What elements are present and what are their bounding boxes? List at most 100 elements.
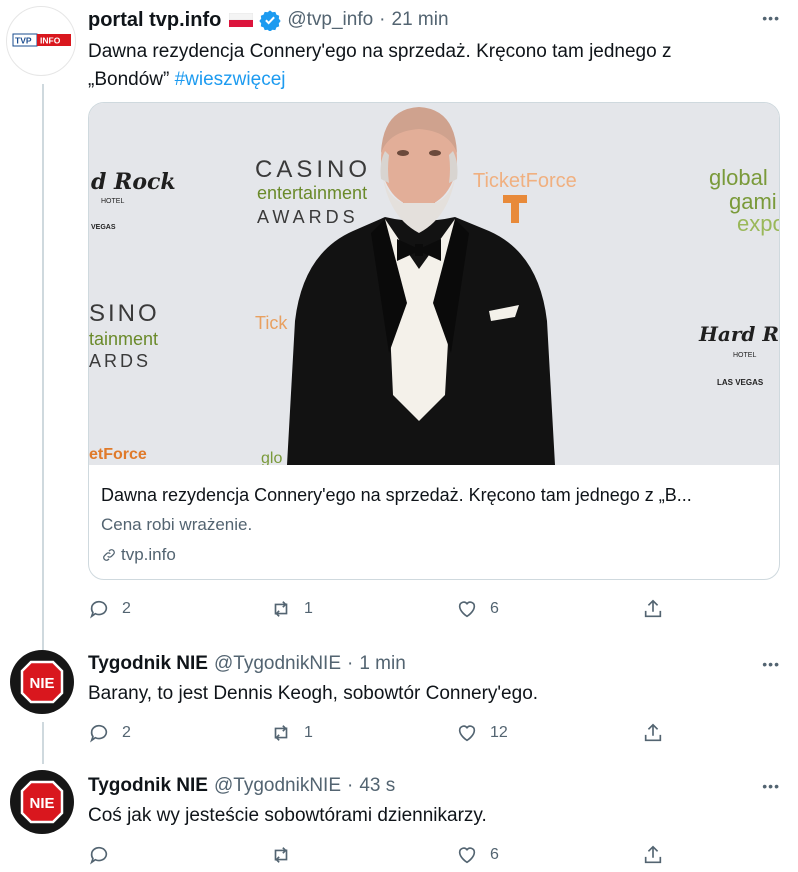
backdrop-sino: SINO bbox=[89, 300, 160, 327]
avatar-text: NIE bbox=[29, 795, 54, 812]
author-name[interactable]: Tygodnik NIE bbox=[88, 653, 208, 675]
backdrop-expo: expo bbox=[737, 211, 780, 236]
link-icon bbox=[103, 549, 115, 561]
hashtag-link[interactable]: #wieszwięcej bbox=[175, 69, 286, 90]
tweet-reply-1[interactable]: NIE Tygodnik NIE @TygodnikNIE · 1 min ••… bbox=[0, 640, 798, 764]
author-handle[interactable]: @TygodnikNIE bbox=[214, 653, 341, 675]
share-icon bbox=[644, 723, 662, 742]
svg-text:TVP: TVP bbox=[15, 36, 32, 46]
backdrop-hotel-right: HOTEL bbox=[733, 352, 756, 359]
more-options-icon[interactable]: ••• bbox=[762, 10, 780, 26]
backdrop-hotel-left: HOTEL bbox=[101, 198, 124, 205]
reply-button[interactable]: 2 bbox=[88, 718, 131, 748]
more-options-icon[interactable]: ••• bbox=[762, 656, 780, 672]
timestamp[interactable]: 43 s bbox=[359, 775, 395, 797]
reply-button[interactable]: 2 bbox=[88, 594, 131, 624]
share-button[interactable] bbox=[642, 594, 664, 624]
like-count: 12 bbox=[490, 724, 508, 741]
backdrop-ards: ARDS bbox=[89, 351, 151, 371]
retweet-count: 1 bbox=[304, 724, 313, 741]
share-icon bbox=[644, 599, 662, 618]
tweet-text: Barany, to jest Dennis Keogh, sobowtór C… bbox=[88, 683, 539, 704]
backdrop-tick: Tick bbox=[255, 313, 288, 333]
share-icon bbox=[644, 845, 662, 864]
card-domain-text: tvp.info bbox=[121, 545, 176, 564]
backdrop-hardrock-right: Hard Ro bbox=[698, 322, 780, 346]
stop-sign-icon: NIE bbox=[20, 660, 64, 704]
tvp-info-logo: TVP INFO bbox=[12, 33, 71, 47]
tweet-header: Tygodnik NIE @TygodnikNIE · 1 min bbox=[88, 652, 406, 676]
backdrop-ticketforce: TicketForce bbox=[473, 170, 577, 192]
retweet-button[interactable]: 1 bbox=[270, 594, 313, 624]
tweet-tvp[interactable]: TVP INFO portal tvp.info @tvp_info · 21 … bbox=[0, 0, 798, 644]
separator: · bbox=[379, 9, 386, 30]
backdrop-t-stem bbox=[511, 195, 519, 223]
backdrop-tainment: tainment bbox=[89, 329, 158, 349]
tweet-text-line-2: „Bondów” bbox=[88, 69, 170, 90]
tweet-text: Coś jak wy jesteście sobowtórami dzienni… bbox=[88, 805, 487, 826]
card-image[interactable]: d Rock HOTEL VEGAS CASINO entertainment … bbox=[89, 103, 780, 465]
backdrop-casino: CASINO bbox=[255, 156, 371, 183]
share-button[interactable] bbox=[642, 840, 664, 870]
thread-line bbox=[42, 84, 44, 644]
backdrop-entertainment: entertainment bbox=[257, 183, 367, 203]
link-card[interactable]: d Rock HOTEL VEGAS CASINO entertainment … bbox=[88, 102, 780, 580]
backdrop-hardrock-left: d Rock bbox=[91, 169, 176, 195]
card-description: Cena robi wrażenie. bbox=[101, 515, 253, 534]
like-count: 6 bbox=[490, 600, 499, 617]
thread-line bbox=[42, 722, 44, 764]
poland-flag-icon bbox=[229, 13, 254, 27]
retweet-button[interactable] bbox=[270, 840, 304, 870]
backdrop-global: global bbox=[709, 165, 768, 190]
tweet-actions: 2 1 6 bbox=[88, 594, 688, 624]
heart-icon bbox=[458, 725, 476, 742]
retweet-icon bbox=[274, 601, 288, 617]
avatar-text: NIE bbox=[29, 675, 54, 692]
author-handle[interactable]: @TygodnikNIE bbox=[214, 775, 341, 797]
reply-count: 2 bbox=[122, 600, 131, 617]
stop-sign-icon: NIE bbox=[20, 780, 64, 824]
reply-icon bbox=[90, 846, 108, 865]
reply-button[interactable] bbox=[88, 840, 122, 870]
tweet-header: portal tvp.info @tvp_info · 21 min bbox=[88, 6, 449, 34]
avatar-tygodnik-nie[interactable]: NIE bbox=[10, 650, 74, 714]
avatar-tvp-info[interactable]: TVP INFO bbox=[6, 6, 76, 76]
tweet-actions: 6 bbox=[88, 840, 688, 870]
backdrop-lasvegas: LAS VEGAS bbox=[717, 378, 764, 387]
tweet-header: Tygodnik NIE @TygodnikNIE · 43 s bbox=[88, 774, 395, 798]
tweet-text: Dawna rezydencja Connery'ego na sprzedaż… bbox=[88, 38, 671, 94]
author-name[interactable]: portal tvp.info bbox=[88, 9, 221, 32]
timestamp[interactable]: 1 min bbox=[359, 653, 405, 675]
reply-icon bbox=[90, 724, 108, 743]
separator: · bbox=[347, 775, 354, 796]
like-button[interactable]: 6 bbox=[456, 594, 499, 624]
share-button[interactable] bbox=[642, 718, 664, 748]
backdrop-etforce: etForce bbox=[89, 446, 147, 463]
verified-badge-icon bbox=[259, 10, 281, 31]
thread-line-top bbox=[42, 640, 44, 650]
like-button[interactable]: 12 bbox=[456, 718, 508, 748]
tweet-text-line-1: Dawna rezydencja Connery'ego na sprzedaż… bbox=[88, 41, 672, 62]
timestamp[interactable]: 21 min bbox=[392, 9, 449, 31]
like-button[interactable]: 6 bbox=[456, 840, 499, 870]
separator: · bbox=[347, 653, 354, 674]
retweet-icon bbox=[274, 725, 288, 741]
heart-icon bbox=[458, 847, 476, 864]
reply-count: 2 bbox=[122, 724, 131, 741]
author-handle[interactable]: @tvp_info bbox=[287, 9, 373, 31]
like-count: 6 bbox=[490, 846, 499, 863]
backdrop-awards: AWARDS bbox=[257, 207, 359, 227]
author-name[interactable]: Tygodnik NIE bbox=[88, 775, 208, 797]
tweet-actions: 2 1 12 bbox=[88, 718, 688, 748]
card-title[interactable]: Dawna rezydencja Connery'ego na sprzedaż… bbox=[101, 485, 692, 506]
tweet-reply-2[interactable]: NIE Tygodnik NIE @TygodnikNIE · 43 s •••… bbox=[0, 764, 798, 872]
avatar-tygodnik-nie[interactable]: NIE bbox=[10, 770, 74, 834]
heart-icon bbox=[458, 601, 476, 618]
svg-text:INFO: INFO bbox=[40, 36, 61, 46]
more-options-icon[interactable]: ••• bbox=[762, 778, 780, 794]
retweet-icon bbox=[274, 847, 288, 863]
backdrop-glo: glo bbox=[261, 450, 282, 465]
backdrop-vegas-left: VEGAS bbox=[91, 224, 116, 231]
retweet-button[interactable]: 1 bbox=[270, 718, 313, 748]
card-domain[interactable]: tvp.info bbox=[101, 545, 176, 565]
